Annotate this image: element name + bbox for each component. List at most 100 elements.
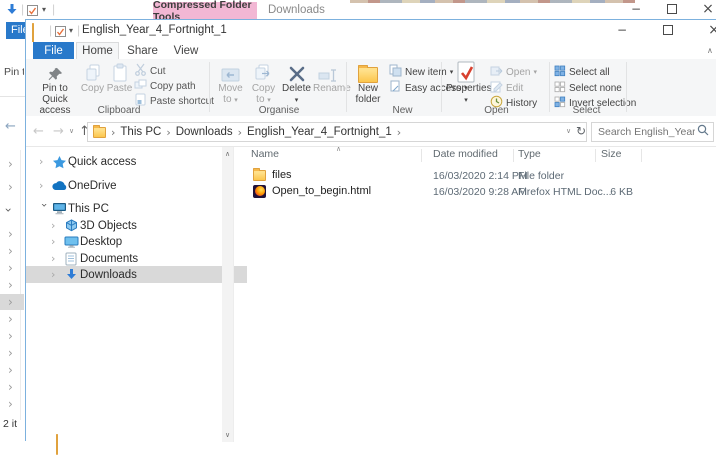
bg-tree-chevron-icon[interactable]: › bbox=[8, 262, 13, 274]
chevron-right-icon[interactable]: › bbox=[39, 155, 50, 168]
sidebar-item-3d-objects[interactable]: › 3D Objects bbox=[26, 217, 247, 234]
breadcrumb-chevron-icon[interactable]: › bbox=[397, 126, 401, 139]
file-name-cell[interactable]: files bbox=[253, 167, 292, 183]
column-header-size[interactable]: Size bbox=[601, 148, 621, 160]
minimize-button[interactable]: − bbox=[607, 21, 637, 39]
window-title: English_Year_4_Fortnight_1 bbox=[82, 24, 227, 36]
paste-button[interactable]: Paste bbox=[106, 61, 133, 105]
search-box[interactable] bbox=[591, 122, 714, 142]
refresh-icon[interactable]: ↻ bbox=[576, 124, 586, 138]
onedrive-cloud-icon bbox=[50, 180, 68, 191]
qat-properties-icon[interactable] bbox=[55, 24, 66, 42]
copy-button[interactable]: Copy bbox=[80, 61, 105, 105]
bg-tree-chevron-icon[interactable]: › bbox=[8, 158, 13, 170]
chevron-right-icon[interactable]: › bbox=[51, 219, 62, 232]
forward-arrow-icon[interactable]: → bbox=[53, 124, 64, 139]
search-icon[interactable] bbox=[697, 123, 709, 141]
bg-maximize-button[interactable] bbox=[658, 0, 686, 18]
search-input[interactable] bbox=[596, 125, 697, 139]
tab-share[interactable]: Share bbox=[121, 42, 164, 59]
bg-minimize-button[interactable]: − bbox=[622, 0, 650, 18]
copy-path-button[interactable]: Copy path bbox=[134, 79, 196, 93]
tab-compressed-folder-tools[interactable]: Compressed Folder Tools bbox=[153, 0, 257, 23]
bg-tree-chevron-icon[interactable]: › bbox=[8, 330, 13, 342]
chevron-right-icon[interactable]: › bbox=[51, 252, 62, 265]
group-label-open: Open bbox=[484, 105, 509, 116]
column-header-type[interactable]: Type bbox=[518, 148, 541, 160]
scroll-down-icon[interactable]: ∨ bbox=[222, 428, 233, 442]
downloads-arrow-icon bbox=[62, 268, 80, 282]
column-separator[interactable] bbox=[421, 149, 422, 162]
cut-button[interactable]: Cut bbox=[134, 63, 166, 78]
bg-tree-chevron-expanded-icon[interactable]: › bbox=[1, 208, 15, 213]
chevron-expanded-icon[interactable]: › bbox=[38, 203, 51, 214]
column-header-name[interactable]: Name bbox=[251, 148, 279, 160]
breadcrumb-chevron-icon[interactable]: › bbox=[166, 126, 170, 139]
dropdown-icon: ▾ bbox=[294, 96, 299, 104]
bg-tree-chevron-icon[interactable]: › bbox=[8, 279, 13, 291]
breadcrumb-downloads[interactable]: Downloads bbox=[176, 126, 233, 138]
select-all-button[interactable]: Select all bbox=[554, 65, 610, 79]
breadcrumb-chevron-icon[interactable]: › bbox=[238, 126, 242, 139]
sidebar-item-onedrive[interactable]: › OneDrive bbox=[26, 177, 235, 194]
chevron-right-icon[interactable]: › bbox=[51, 235, 62, 248]
copy-path-icon bbox=[134, 78, 147, 94]
maximize-button[interactable] bbox=[653, 21, 683, 39]
tab-home[interactable]: Home bbox=[76, 42, 119, 59]
titlebar[interactable]: | ▾ | English_Year_4_Fortnight_1 − × bbox=[26, 20, 716, 44]
rename-button[interactable]: Rename bbox=[313, 61, 351, 105]
bg-tree-chevron-icon[interactable]: › bbox=[8, 381, 13, 393]
chevron-right-icon[interactable]: › bbox=[39, 179, 50, 192]
ribbon-tabs: File Home Share View ∧ bbox=[26, 42, 716, 59]
move-to-button[interactable]: Move to ▾ bbox=[214, 61, 247, 105]
new-item-button[interactable]: New item ▾ bbox=[389, 64, 453, 79]
sidebar-item-this-pc[interactable]: › This PC bbox=[26, 200, 235, 217]
history-dropdown-icon[interactable]: ∨ bbox=[69, 127, 74, 135]
sidebar-item-documents[interactable]: › Documents bbox=[26, 250, 247, 267]
bg-tree-chevron-icon[interactable]: › bbox=[8, 228, 13, 240]
address-bar[interactable]: › This PC › Downloads › English_Year_4_F… bbox=[87, 122, 587, 142]
bg-tree-chevron-icon[interactable]: › bbox=[8, 296, 13, 308]
qat-dropdown-icon[interactable]: ▾ bbox=[42, 5, 46, 14]
chevron-right-icon[interactable]: › bbox=[51, 268, 62, 281]
column-separator[interactable] bbox=[641, 149, 642, 162]
file-name-cell[interactable]: Open_to_begin.html bbox=[253, 183, 371, 199]
scroll-up-icon[interactable]: ∧ bbox=[222, 147, 233, 161]
properties-button[interactable]: Properties ▾ bbox=[446, 61, 492, 105]
sidebar-item-desktop[interactable]: › Desktop bbox=[26, 233, 247, 250]
qat-separator: | bbox=[77, 23, 81, 37]
select-none-button[interactable]: Select none bbox=[554, 81, 622, 95]
new-folder-button[interactable]: New folder bbox=[350, 61, 386, 105]
column-header-date-modified[interactable]: Date modified bbox=[433, 148, 498, 160]
open-icon bbox=[490, 64, 503, 80]
pin-to-quick-access-button[interactable]: Pin to Quick access bbox=[29, 61, 81, 116]
column-separator[interactable] bbox=[513, 149, 514, 162]
sidebar-label: This PC bbox=[68, 202, 109, 215]
column-separator[interactable] bbox=[595, 149, 596, 162]
address-dropdown-icon[interactable]: ∨ bbox=[566, 127, 571, 135]
bg-tree-chevron-icon[interactable]: › bbox=[8, 245, 13, 257]
sidebar-item-quick-access[interactable]: › Quick access bbox=[26, 153, 235, 170]
bg-tree-chevron-icon[interactable]: › bbox=[8, 181, 13, 193]
bg-tree-chevron-icon[interactable]: › bbox=[8, 398, 13, 410]
delete-button[interactable]: Delete ▾ bbox=[281, 61, 312, 105]
tab-file[interactable]: File bbox=[33, 42, 74, 59]
sidebar-item-downloads[interactable]: › Downloads bbox=[26, 266, 247, 283]
bg-close-button[interactable]: × bbox=[694, 0, 716, 18]
bg-tree-chevron-icon[interactable]: › bbox=[8, 347, 13, 359]
sidebar-label: 3D Objects bbox=[80, 219, 137, 232]
tab-view[interactable]: View bbox=[166, 42, 206, 59]
copy-to-button[interactable]: Copy to ▾ bbox=[248, 61, 279, 105]
bg-tree-chevron-icon[interactable]: › bbox=[8, 364, 13, 376]
back-arrow-icon[interactable]: ← bbox=[33, 124, 44, 139]
breadcrumb-current-folder[interactable]: English_Year_4_Fortnight_1 bbox=[247, 126, 392, 138]
group-separator bbox=[346, 62, 347, 112]
collapse-ribbon-icon[interactable]: ∧ bbox=[707, 46, 713, 55]
close-button[interactable]: × bbox=[699, 21, 716, 39]
bg-tree-chevron-icon[interactable]: › bbox=[8, 313, 13, 325]
open-button[interactable]: Open ▾ bbox=[490, 65, 537, 79]
sidebar-scrollbar[interactable]: ∧ ∨ bbox=[222, 147, 233, 442]
qat-dropdown-icon[interactable]: ▾ bbox=[69, 26, 73, 35]
edit-button[interactable]: Edit bbox=[490, 81, 523, 95]
breadcrumb-this-pc[interactable]: This PC bbox=[120, 126, 161, 138]
